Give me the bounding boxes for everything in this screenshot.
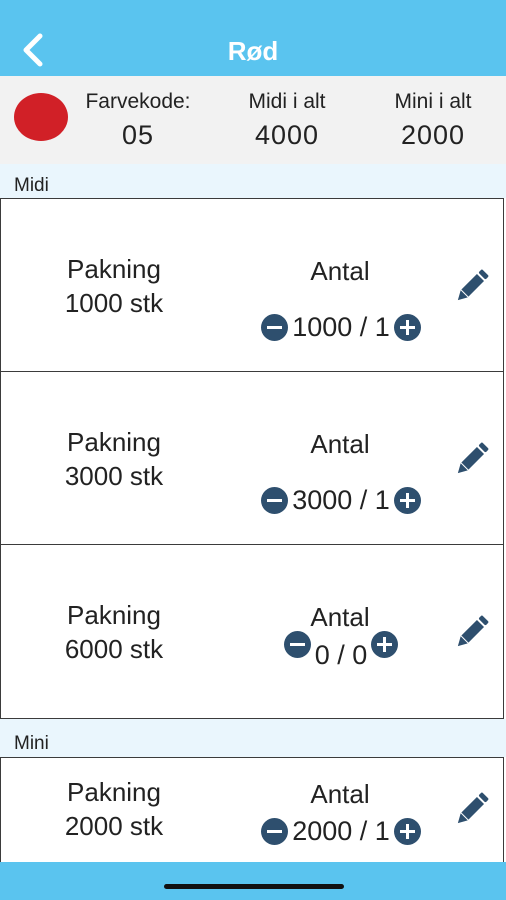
minus-circle-icon[interactable] bbox=[261, 314, 289, 341]
pencil-icon bbox=[457, 269, 489, 301]
pakning-text: Pakning 3000 stk bbox=[0, 425, 228, 493]
bottom-bar bbox=[0, 862, 506, 900]
count-value: 1000 / 1 bbox=[292, 312, 390, 342]
edit-button[interactable] bbox=[450, 787, 494, 831]
count-value: 0 / 0 bbox=[314, 640, 368, 670]
mini-total-value: 2000 bbox=[400, 120, 466, 150]
midi-total-block: Midi i alt 4000 bbox=[226, 90, 348, 151]
edit-button[interactable] bbox=[450, 437, 494, 481]
edit-button[interactable] bbox=[450, 610, 494, 654]
pencil-icon bbox=[457, 442, 489, 474]
pakning-label: Pakning bbox=[67, 600, 161, 630]
pakning-size: 1000 stk bbox=[64, 288, 164, 318]
minus-circle-icon[interactable] bbox=[261, 818, 289, 845]
pakning-label: Pakning bbox=[67, 427, 161, 457]
edit-button[interactable] bbox=[450, 264, 494, 308]
pencil-icon bbox=[457, 615, 489, 647]
farvekode-block: Farvekode: 05 bbox=[72, 90, 204, 151]
antal-label: Antal bbox=[310, 429, 370, 459]
section-header-mini bbox=[0, 719, 506, 757]
section-label-mini: Mini bbox=[14, 733, 49, 754]
pakning-text: Pakning 1000 stk bbox=[0, 252, 228, 320]
farvekode-label: Farvekode: bbox=[85, 90, 191, 113]
plus-circle-icon[interactable] bbox=[393, 818, 421, 845]
mini-total-label: Mini i alt bbox=[394, 90, 472, 113]
quantity-stepper: 2000 / 1 bbox=[236, 816, 446, 847]
plus-circle-icon[interactable] bbox=[371, 631, 399, 658]
quantity-stepper: 3000 / 1 bbox=[236, 485, 446, 516]
antal-label: Antal bbox=[310, 779, 370, 809]
plus-circle-icon[interactable] bbox=[393, 487, 421, 514]
minus-circle-icon[interactable] bbox=[283, 631, 311, 658]
pakning-size: 3000 stk bbox=[64, 461, 164, 491]
page-title: Rød bbox=[227, 36, 279, 66]
pakning-label: Pakning bbox=[67, 777, 161, 807]
antal-label: Antal bbox=[310, 256, 370, 286]
pakning-label: Pakning bbox=[67, 254, 161, 284]
plus-circle-icon[interactable] bbox=[393, 314, 421, 341]
pakning-text: Pakning 2000 stk bbox=[0, 775, 228, 843]
pakning-size: 2000 stk bbox=[64, 811, 164, 841]
section-header-midi bbox=[0, 164, 506, 198]
section-label-midi: Midi bbox=[14, 175, 49, 196]
count-value: 2000 / 1 bbox=[292, 816, 390, 846]
midi-total-label: Midi i alt bbox=[248, 90, 326, 113]
color-swatch bbox=[14, 93, 68, 141]
farvekode-value: 05 bbox=[121, 120, 155, 150]
pakning-text: Pakning 6000 stk bbox=[0, 598, 228, 666]
midi-total-value: 4000 bbox=[254, 120, 320, 150]
pencil-icon bbox=[457, 792, 489, 824]
quantity-stepper: 1000 / 1 bbox=[236, 312, 446, 343]
count-value: 3000 / 1 bbox=[292, 485, 390, 515]
mini-total-block: Mini i alt 2000 bbox=[372, 90, 494, 151]
pakning-size: 6000 stk bbox=[64, 634, 164, 664]
minus-circle-icon[interactable] bbox=[261, 487, 289, 514]
quantity-stepper: 0 / 0 bbox=[236, 628, 446, 671]
home-indicator[interactable] bbox=[164, 884, 344, 889]
